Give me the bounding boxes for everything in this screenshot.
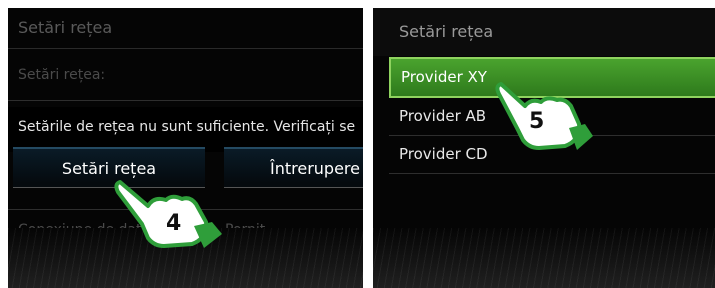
divider xyxy=(8,100,363,101)
step-number-5: 5 xyxy=(529,109,544,134)
right-screen: Setări rețea Provider XY Provider AB Pro… xyxy=(373,8,715,288)
message-dialog: Setările de rețea nu sunt suficiente. Ve… xyxy=(8,107,363,152)
pointing-hand-icon: 4 xyxy=(114,180,222,248)
floor-grid xyxy=(373,228,715,288)
left-screen: Setări rețea Setări rețea: Setările de r… xyxy=(8,8,363,288)
pointing-hand-icon: 5 xyxy=(495,82,593,150)
right-header-title: Setări rețea xyxy=(373,8,715,56)
message-text: Setările de rețea nu sunt suficiente. Ve… xyxy=(18,119,356,135)
interrupt-button[interactable]: Întrerupere xyxy=(224,147,363,188)
step-number-4: 4 xyxy=(166,211,181,236)
left-header-title: Setări rețea xyxy=(8,8,363,49)
left-subheader: Setări rețea: xyxy=(18,67,106,83)
